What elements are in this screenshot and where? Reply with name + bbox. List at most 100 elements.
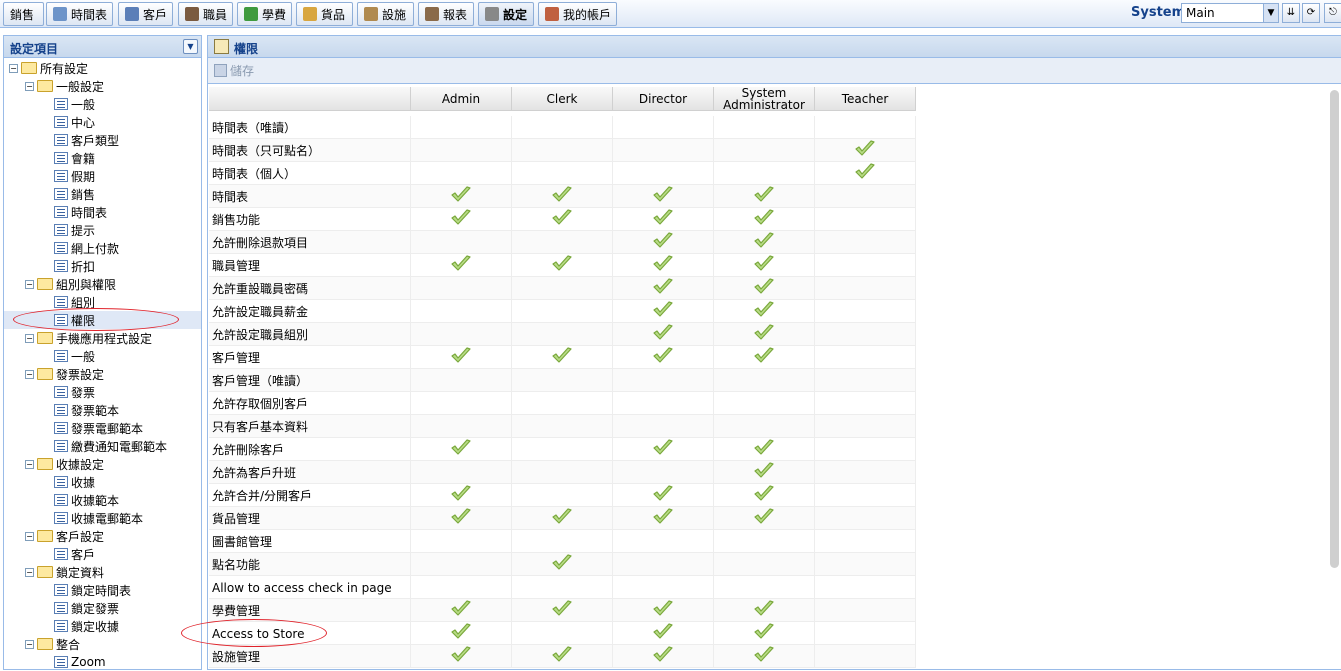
tree-leaf-node[interactable]: 發票電郵範本 <box>4 419 201 437</box>
permission-toggle-cell[interactable] <box>815 277 916 300</box>
permission-toggle-cell[interactable] <box>613 277 714 300</box>
refresh-icon[interactable]: ⟳ <box>1302 3 1320 23</box>
tree-leaf-node[interactable]: 假期 <box>4 167 201 185</box>
collapse-icon[interactable]: ▼ <box>183 39 198 54</box>
collapse-toggle-icon[interactable]: − <box>25 639 34 649</box>
tab-house[interactable]: 設施 <box>357 2 414 26</box>
vertical-scrollbar[interactable] <box>1330 90 1339 568</box>
permission-toggle-cell[interactable] <box>613 622 714 645</box>
collapse-toggle-icon[interactable]: − <box>9 63 18 73</box>
tree-folder-node[interactable]: − 收據設定 <box>4 455 201 473</box>
permission-toggle-cell[interactable] <box>411 507 512 530</box>
tree-leaf-node[interactable]: 組別 <box>4 293 201 311</box>
tree-leaf-node[interactable]: 鎖定收據 <box>4 617 201 635</box>
column-header-role[interactable]: System Administrator <box>714 87 815 111</box>
permission-toggle-cell[interactable] <box>815 599 916 622</box>
permission-toggle-cell[interactable] <box>815 415 916 438</box>
permission-toggle-cell[interactable] <box>512 415 613 438</box>
permission-toggle-cell[interactable] <box>815 323 916 346</box>
permission-toggle-cell[interactable] <box>815 116 916 139</box>
permission-toggle-cell[interactable] <box>714 369 815 392</box>
permission-toggle-cell[interactable] <box>512 530 613 553</box>
permission-toggle-cell[interactable] <box>512 346 613 369</box>
permission-toggle-cell[interactable] <box>512 484 613 507</box>
tree-leaf-node[interactable]: 權限 <box>4 311 201 329</box>
permission-toggle-cell[interactable] <box>714 162 815 185</box>
tab-user[interactable]: 客戶 <box>118 2 173 26</box>
permission-toggle-cell[interactable] <box>411 369 512 392</box>
permission-toggle-cell[interactable] <box>714 277 815 300</box>
permission-toggle-cell[interactable] <box>613 553 714 576</box>
tab-dollar[interactable]: 學費 <box>237 2 292 26</box>
permission-toggle-cell[interactable] <box>714 185 815 208</box>
permission-toggle-cell[interactable] <box>512 277 613 300</box>
tree-folder-node[interactable]: − 組別與權限 <box>4 275 201 293</box>
tree-folder-node[interactable]: − 一般設定 <box>4 77 201 95</box>
tree-leaf-node[interactable]: 一般 <box>4 95 201 113</box>
tree-leaf-node[interactable]: 收據 <box>4 473 201 491</box>
column-header-role[interactable]: Teacher <box>815 87 916 111</box>
permission-toggle-cell[interactable] <box>714 392 815 415</box>
tab-gear[interactable]: 設定 <box>478 2 534 26</box>
permission-toggle-cell[interactable] <box>512 139 613 162</box>
tree-leaf-node[interactable]: 會籍 <box>4 149 201 167</box>
permission-toggle-cell[interactable] <box>613 162 714 185</box>
permission-toggle-cell[interactable] <box>512 162 613 185</box>
permission-toggle-cell[interactable] <box>613 185 714 208</box>
permission-toggle-cell[interactable] <box>714 438 815 461</box>
permission-toggle-cell[interactable] <box>613 461 714 484</box>
tree-leaf-node[interactable]: 銷售 <box>4 185 201 203</box>
permission-toggle-cell[interactable] <box>512 369 613 392</box>
tree-leaf-node[interactable]: 客戶 <box>4 545 201 563</box>
permission-toggle-cell[interactable] <box>815 553 916 576</box>
collapse-toggle-icon[interactable]: − <box>25 333 34 343</box>
permission-toggle-cell[interactable] <box>613 392 714 415</box>
tree-folder-node[interactable]: − 客戶設定 <box>4 527 201 545</box>
permission-toggle-cell[interactable] <box>411 461 512 484</box>
tab-account[interactable]: 我的帳戶 <box>538 2 617 26</box>
permission-toggle-cell[interactable] <box>815 645 916 668</box>
tree-leaf-node[interactable]: 繳費通知電郵範本 <box>4 437 201 455</box>
logout-icon[interactable]: ⎋ <box>1324 3 1341 23</box>
permission-toggle-cell[interactable] <box>714 346 815 369</box>
permission-toggle-cell[interactable] <box>512 116 613 139</box>
column-header-role[interactable]: Clerk <box>512 87 613 111</box>
permission-toggle-cell[interactable] <box>714 530 815 553</box>
permission-toggle-cell[interactable] <box>512 507 613 530</box>
permission-toggle-cell[interactable] <box>815 622 916 645</box>
tree-leaf-node[interactable]: 鎖定發票 <box>4 599 201 617</box>
permission-toggle-cell[interactable] <box>714 576 815 599</box>
permission-toggle-cell[interactable] <box>411 438 512 461</box>
permission-toggle-cell[interactable] <box>411 645 512 668</box>
permission-toggle-cell[interactable] <box>815 392 916 415</box>
permission-toggle-cell[interactable] <box>411 392 512 415</box>
permission-toggle-cell[interactable] <box>613 369 714 392</box>
permission-toggle-cell[interactable] <box>411 231 512 254</box>
permission-toggle-cell[interactable] <box>512 231 613 254</box>
tree-folder-node[interactable]: − 鎖定資料 <box>4 563 201 581</box>
collapse-toggle-icon[interactable]: − <box>25 531 34 541</box>
tab-calendar[interactable]: 時間表 <box>46 2 113 26</box>
permission-toggle-cell[interactable] <box>512 323 613 346</box>
permission-toggle-cell[interactable] <box>815 185 916 208</box>
permission-toggle-cell[interactable] <box>714 599 815 622</box>
permission-toggle-cell[interactable] <box>411 576 512 599</box>
permission-toggle-cell[interactable] <box>714 116 815 139</box>
permission-toggle-cell[interactable] <box>815 208 916 231</box>
tree-folder-node[interactable]: − 整合 <box>4 635 201 653</box>
permission-toggle-cell[interactable] <box>714 553 815 576</box>
permission-toggle-cell[interactable] <box>815 576 916 599</box>
permission-toggle-cell[interactable] <box>815 507 916 530</box>
permission-toggle-cell[interactable] <box>613 438 714 461</box>
permission-toggle-cell[interactable] <box>815 231 916 254</box>
collapse-toggle-icon[interactable]: − <box>25 567 34 577</box>
permission-toggle-cell[interactable] <box>714 622 815 645</box>
permission-toggle-cell[interactable] <box>613 231 714 254</box>
tree-folder-node[interactable]: − 所有設定 <box>4 59 201 77</box>
permission-toggle-cell[interactable] <box>613 415 714 438</box>
collapse-toggle-icon[interactable]: − <box>25 459 34 469</box>
permission-toggle-cell[interactable] <box>512 254 613 277</box>
permission-toggle-cell[interactable] <box>411 254 512 277</box>
tab-sales[interactable]: 銷售 <box>3 2 44 26</box>
permission-toggle-cell[interactable] <box>714 415 815 438</box>
